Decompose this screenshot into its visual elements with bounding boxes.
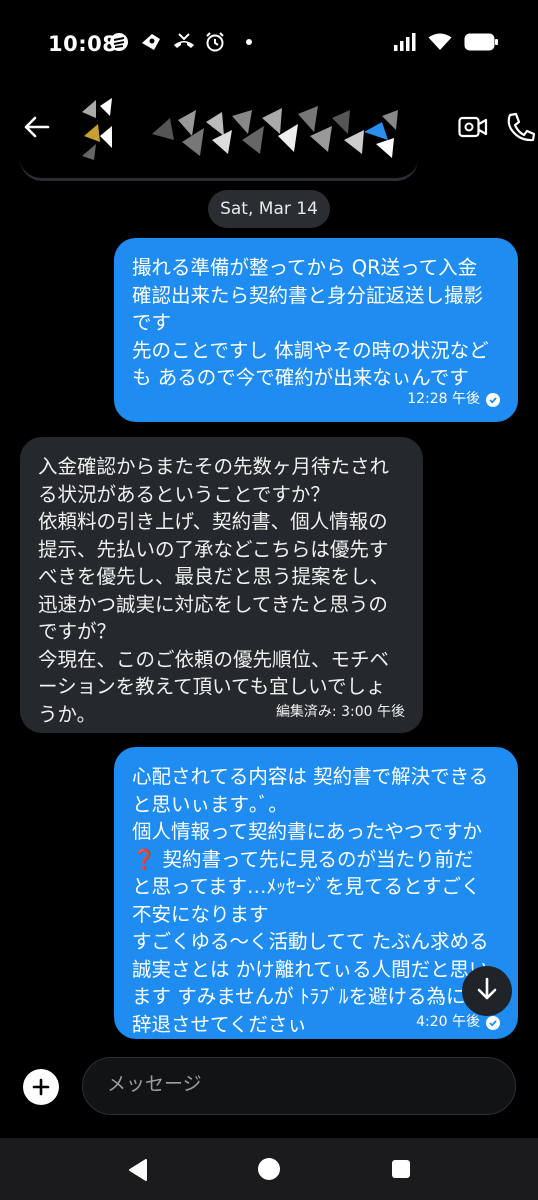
message-incoming[interactable]: 入金確認からまたその先数ヶ月待たされ る状況があるということですか？ 依頼料の引… xyxy=(20,437,423,733)
read-check-icon xyxy=(486,392,500,407)
message-input[interactable] xyxy=(105,1072,489,1096)
arrow-down-icon xyxy=(475,976,499,1006)
home-circle-icon[interactable] xyxy=(258,1158,280,1180)
plus-circle-icon[interactable] xyxy=(23,1069,59,1105)
message-outgoing[interactable]: 撮れる準備が整ってから QR送って入金 確認出来たら契約書と身分証返送し撮影 で… xyxy=(114,238,518,422)
missed-call-icon xyxy=(172,31,194,53)
message-meta: 編集済み: 3:00 午後 xyxy=(276,699,405,727)
status-bar: 10:08 xyxy=(0,0,538,88)
message-text: 入金確認からまたその先数ヶ月待たされ る状況があるということですか？ 依頼料の引… xyxy=(38,455,390,726)
message-text: 心配されてる内容は 契約書で解決できる と思いぃます｡ﾞ｡ 個人情報って契約書に… xyxy=(132,765,489,1036)
dot-icon xyxy=(246,39,252,45)
message-text: 撮れる準備が整ってから QR送って入金 確認出来たら契約書と身分証返送し撮影 で… xyxy=(132,256,489,389)
alarm-icon xyxy=(204,31,226,53)
recents-square-icon[interactable] xyxy=(392,1160,410,1178)
phone-icon[interactable] xyxy=(505,111,536,143)
message-time: 編集済み: 3:00 午後 xyxy=(275,704,405,720)
message-time: 4:20 午後 xyxy=(416,1014,480,1030)
status-icons-right xyxy=(394,33,498,55)
signal-icon xyxy=(394,33,416,55)
arrow-left-icon[interactable] xyxy=(22,112,52,142)
date-separator: Sat, Mar 14 xyxy=(208,190,330,228)
notification-icon xyxy=(108,31,130,53)
system-nav-bar xyxy=(0,1138,538,1200)
message-time: 12:28 午後 xyxy=(407,391,480,407)
back-triangle-icon[interactable] xyxy=(126,1157,150,1187)
read-check-icon xyxy=(486,1015,500,1030)
status-icons-left xyxy=(108,31,252,53)
video-camera-icon[interactable] xyxy=(458,113,488,141)
message-meta: 12:28 午後 xyxy=(407,386,500,414)
status-time: 10:08 xyxy=(48,32,118,56)
game-icon xyxy=(140,31,162,53)
wifi-icon xyxy=(428,33,452,55)
scroll-to-bottom-button[interactable] xyxy=(462,966,512,1016)
message-input-container xyxy=(82,1057,516,1115)
battery-icon xyxy=(464,33,498,55)
previous-message-edge xyxy=(20,150,418,181)
message-outgoing[interactable]: 心配されてる内容は 契約書で解決できる と思いぃます｡ﾞ｡ 個人情報って契約書に… xyxy=(114,747,518,1039)
